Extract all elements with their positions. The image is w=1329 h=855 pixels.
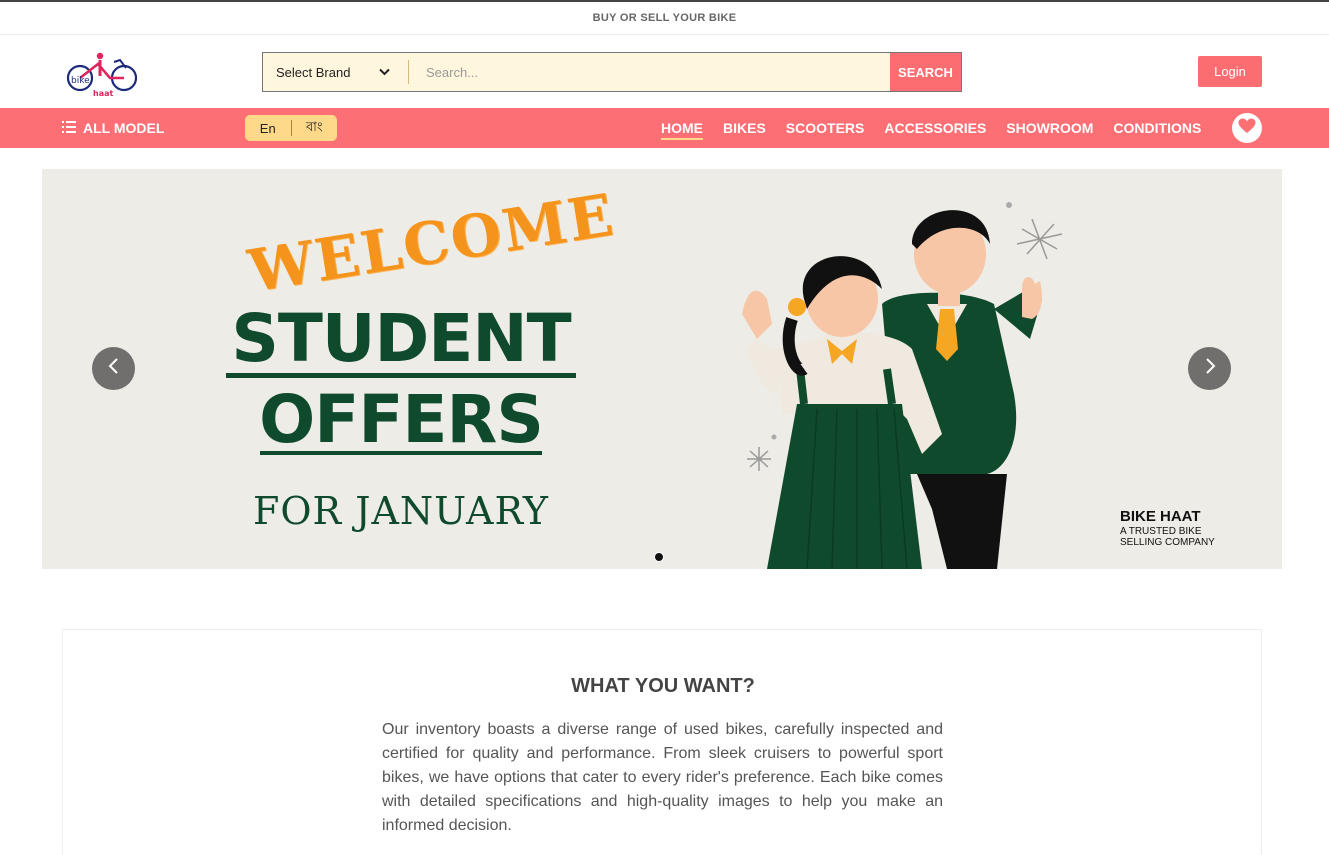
carousel-next-button[interactable] xyxy=(1188,347,1231,390)
main-navbar: ALL MODEL En বাং HOME BIKES SCOOTERS ACC… xyxy=(0,108,1329,148)
nav-showroom[interactable]: SHOWROOM xyxy=(1006,120,1093,136)
banner-offers: OFFERS xyxy=(259,381,544,458)
search-bar: Select Brand SEARCH xyxy=(262,52,962,92)
brand-select-value: Select Brand xyxy=(276,64,351,80)
site-header: bike haat Select Brand SEARCH Login xyxy=(0,36,1329,108)
lang-english[interactable]: En xyxy=(245,121,291,136)
banner-company-name: BIKE HAAT xyxy=(1120,508,1201,525)
announcement-bar: BUY OR SELL YOUR BIKE xyxy=(0,2,1329,35)
banner-welcome: WELCOME xyxy=(243,180,620,306)
nav-scooters[interactable]: SCOOTERS xyxy=(786,120,865,136)
banner-for-january: FOR JANUARY xyxy=(253,489,549,533)
login-button[interactable]: Login xyxy=(1198,56,1262,87)
nav-bikes[interactable]: BIKES xyxy=(723,120,766,136)
banner-underline-2 xyxy=(260,451,542,455)
nav-accessories[interactable]: ACCESSORIES xyxy=(884,120,986,136)
search-input[interactable] xyxy=(409,53,890,91)
wishlist-button[interactable] xyxy=(1232,113,1262,143)
banner-underline-1 xyxy=(226,373,576,378)
all-model-label: ALL MODEL xyxy=(83,120,165,136)
chevron-left-icon xyxy=(108,357,120,380)
nav-home[interactable]: HOME xyxy=(661,120,703,140)
section-title: WHAT YOU WANT? xyxy=(571,675,755,697)
logo-bike-text: bike xyxy=(71,76,90,86)
what-you-want-section: WHAT YOU WANT? Our inventory boasts a di… xyxy=(62,629,1262,855)
chevron-right-icon xyxy=(1204,357,1216,380)
chevron-down-icon xyxy=(379,65,390,79)
students-illustration xyxy=(722,189,1082,569)
lang-bangla[interactable]: বাং xyxy=(292,118,338,139)
logo-haat-text: haat xyxy=(93,89,113,98)
banner-student: STUDENT xyxy=(231,300,571,377)
hero-carousel: WELCOME STUDENT OFFERS FOR JANUARY BIKE … xyxy=(42,169,1282,569)
search-button[interactable]: SEARCH xyxy=(890,53,961,91)
bike-haat-logo[interactable]: bike haat xyxy=(64,50,140,100)
nav-links: HOME BIKES SCOOTERS ACCESSORIES SHOWROOM… xyxy=(661,108,1221,148)
section-description: Our inventory boasts a diverse range of … xyxy=(382,721,943,834)
language-toggle: En বাং xyxy=(245,115,337,141)
banner-company-tagline: A TRUSTED BIKE SELLING COMPANY xyxy=(1120,526,1215,548)
carousel-indicator-dot[interactable] xyxy=(654,552,664,562)
nav-conditions[interactable]: CONDITIONS xyxy=(1113,120,1201,136)
carousel-prev-button[interactable] xyxy=(92,347,135,390)
brand-select[interactable]: Select Brand xyxy=(263,53,408,91)
all-model-menu[interactable]: ALL MODEL xyxy=(62,108,164,148)
heart-icon xyxy=(1238,118,1256,139)
list-icon xyxy=(62,120,76,136)
announcement-text: BUY OR SELL YOUR BIKE xyxy=(592,12,737,24)
